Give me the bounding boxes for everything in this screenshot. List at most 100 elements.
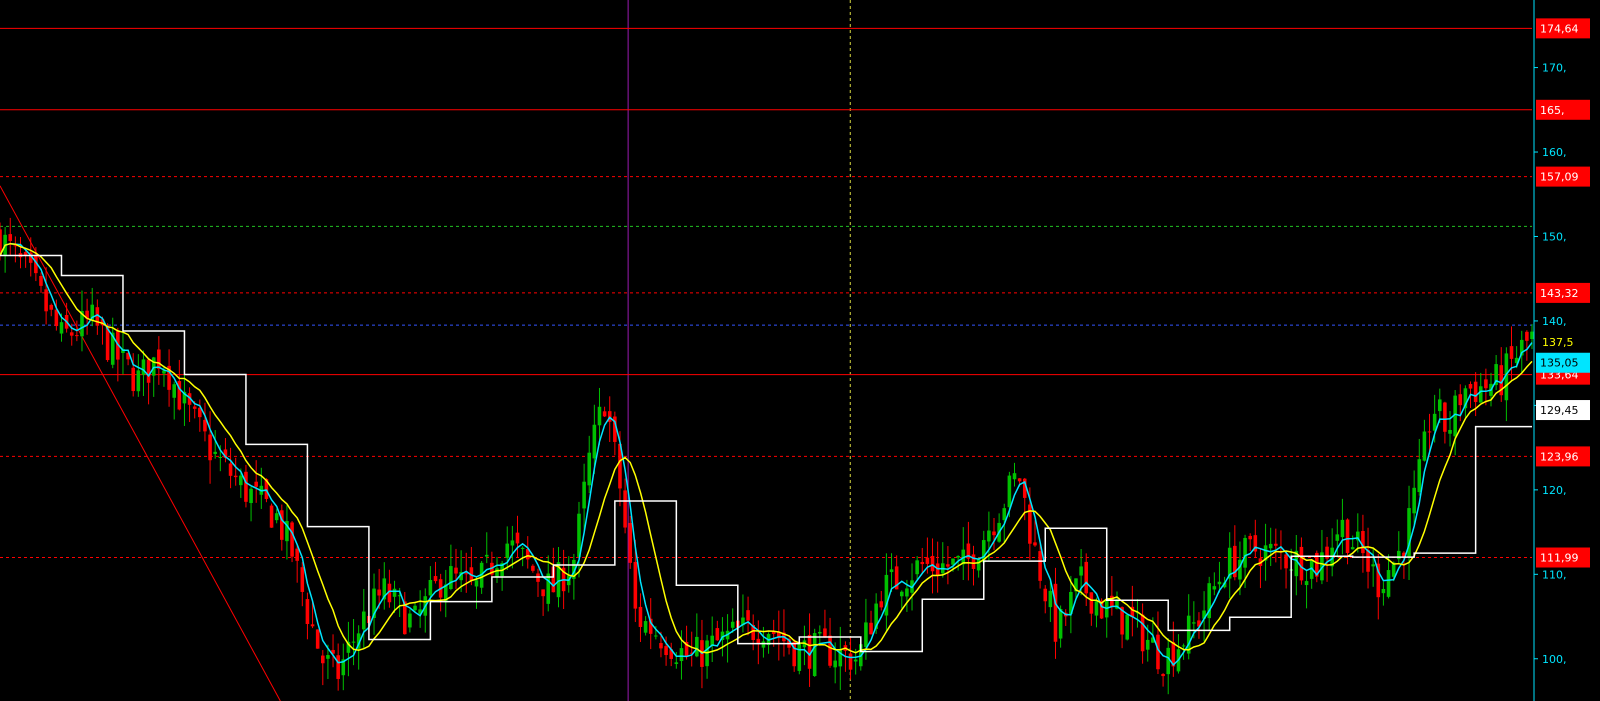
candle-body[interactable] (541, 589, 545, 597)
candle-body[interactable] (602, 411, 607, 417)
candle-body[interactable] (1366, 550, 1370, 572)
candle-body[interactable] (69, 332, 74, 336)
candle-body[interactable] (930, 555, 935, 572)
candle-body[interactable] (1058, 608, 1063, 639)
candle-body[interactable] (864, 622, 868, 647)
candle-body[interactable] (1079, 566, 1083, 576)
candle-body[interactable] (761, 641, 766, 648)
candle-body[interactable] (1484, 379, 1488, 389)
candle-body[interactable] (828, 635, 832, 666)
candle-body[interactable] (1284, 554, 1288, 569)
candle-body[interactable] (597, 406, 602, 426)
candle-body[interactable] (336, 655, 340, 679)
candle-body[interactable] (654, 635, 658, 637)
candle-body[interactable] (1509, 346, 1514, 359)
candle-body[interactable] (1443, 402, 1447, 432)
candle-body[interactable] (8, 234, 13, 241)
candle-body[interactable] (1166, 647, 1171, 675)
candle-body[interactable] (1427, 431, 1432, 433)
candle-body[interactable] (300, 567, 305, 592)
candle-body[interactable] (39, 275, 43, 286)
candle-body[interactable] (146, 359, 151, 383)
candle-body[interactable] (664, 646, 668, 656)
candle-body[interactable] (213, 451, 217, 454)
candle-body[interactable] (1350, 547, 1355, 550)
candle-body[interactable] (484, 554, 489, 557)
candle-body[interactable] (1268, 543, 1273, 549)
candle-body[interactable] (351, 641, 356, 643)
candle-body[interactable] (1386, 570, 1391, 597)
candle-body[interactable] (228, 463, 233, 476)
candle-body[interactable] (1335, 534, 1340, 541)
trendline[interactable] (0, 185, 281, 701)
candle-body[interactable] (1048, 590, 1053, 608)
candle-body[interactable] (49, 304, 54, 310)
candle-body[interactable] (976, 559, 981, 571)
candle-body[interactable] (1437, 399, 1442, 412)
candle-body[interactable] (1140, 614, 1145, 652)
candle-body[interactable] (818, 631, 822, 634)
candle-body[interactable] (1412, 487, 1416, 514)
candle-body[interactable] (546, 573, 551, 604)
candle-body[interactable] (587, 452, 592, 486)
candle-body[interactable] (449, 566, 453, 589)
candle-body[interactable] (208, 434, 212, 461)
candle-body[interactable] (290, 522, 294, 557)
candle-body[interactable] (1422, 431, 1427, 461)
candle-body[interactable] (131, 367, 136, 392)
candle-body[interactable] (1340, 519, 1345, 538)
candle-body[interactable] (295, 548, 299, 561)
candle-body[interactable] (915, 560, 919, 575)
candle-body[interactable] (1033, 542, 1037, 546)
candle-body[interactable] (254, 481, 258, 487)
candle-body[interactable] (659, 643, 663, 649)
candle-body[interactable] (244, 471, 248, 502)
candle-body[interactable] (956, 555, 960, 558)
candle-body[interactable] (59, 322, 64, 334)
candle-body[interactable] (377, 589, 381, 596)
candle-body[interactable] (853, 659, 858, 662)
candle-body[interactable] (1043, 588, 1048, 602)
candle-body[interactable] (582, 481, 586, 509)
candle-body[interactable] (679, 648, 684, 662)
moving-average-line[interactable] (0, 242, 1533, 667)
candle-body[interactable] (823, 628, 827, 638)
candle-body[interactable] (1478, 386, 1483, 403)
candle-body[interactable] (413, 605, 417, 611)
candle-body[interactable] (1243, 537, 1247, 568)
moving-average-line[interactable] (0, 242, 1533, 654)
candle-body[interactable] (454, 567, 458, 574)
candle-body[interactable] (812, 633, 817, 677)
candle-body[interactable] (935, 563, 940, 576)
candle-body[interactable] (233, 475, 238, 478)
candle-body[interactable] (1248, 535, 1252, 540)
candle-body[interactable] (833, 660, 837, 668)
candle-body[interactable] (172, 384, 176, 398)
candle-body[interactable] (695, 636, 699, 657)
candle-body[interactable] (1125, 614, 1130, 640)
candle-body[interactable] (951, 558, 955, 565)
candle-body[interactable] (1212, 586, 1217, 590)
moving-average-line[interactable] (0, 254, 1532, 653)
candle-body[interactable] (315, 629, 320, 649)
candle-body[interactable] (433, 576, 438, 582)
candle-body[interactable] (1012, 473, 1017, 480)
candle-body[interactable] (54, 309, 59, 327)
candle-body[interactable] (1299, 546, 1304, 581)
candle-body[interactable] (218, 456, 223, 458)
candle-body[interactable] (869, 622, 873, 635)
candle-body[interactable] (971, 554, 976, 569)
candle-body[interactable] (1089, 592, 1094, 614)
candle-body[interactable] (495, 568, 499, 578)
candle-body[interactable] (157, 349, 161, 369)
candle-body[interactable] (633, 561, 638, 609)
candle-body[interactable] (715, 628, 720, 641)
candle-body[interactable] (428, 579, 433, 596)
candle-body[interactable] (1017, 478, 1022, 482)
candle-body[interactable] (1192, 622, 1196, 624)
candle-body[interactable] (879, 601, 884, 608)
candle-body[interactable] (1002, 508, 1007, 521)
candle-body[interactable] (1458, 394, 1463, 406)
candle-body[interactable] (1084, 561, 1089, 594)
candle-body[interactable] (1304, 581, 1309, 586)
